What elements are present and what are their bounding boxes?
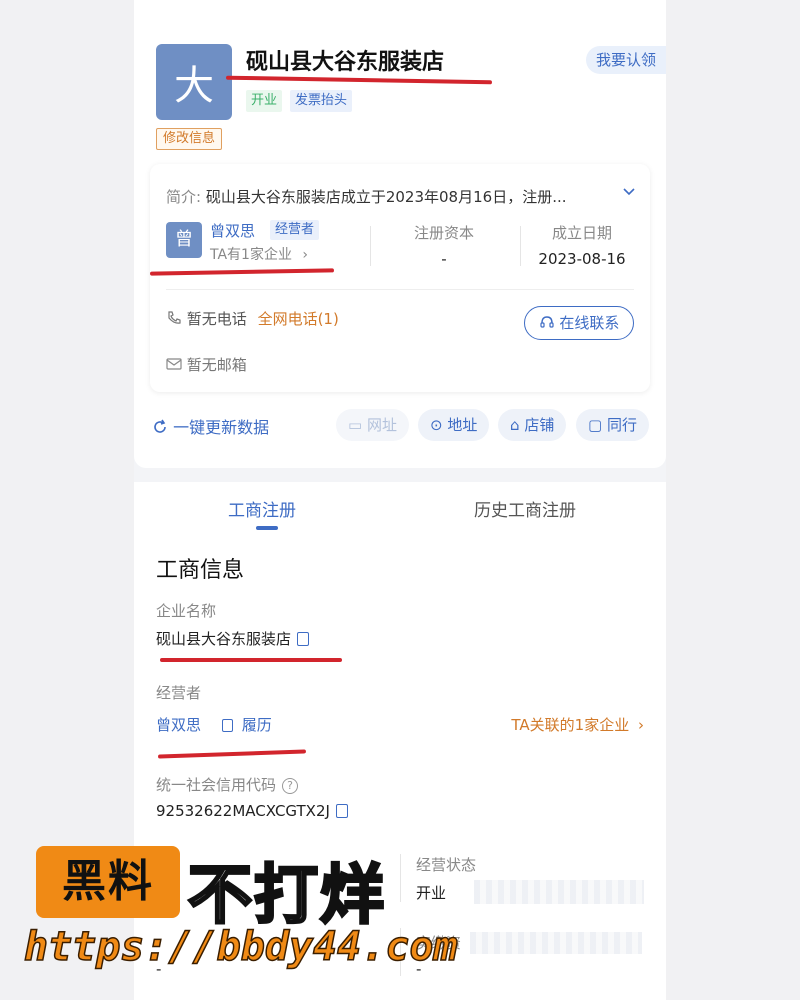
chevron-down-icon[interactable] — [622, 184, 636, 198]
divider — [520, 226, 521, 266]
store-icon: ⌂ — [510, 416, 520, 434]
company-name-text: 砚山县大谷东服装店 — [156, 630, 292, 648]
credit-code-label-text: 统一社会信用代码 — [156, 776, 277, 794]
blurred-area — [474, 880, 644, 904]
copy-icon[interactable] — [297, 632, 310, 646]
company-logo: 大 — [156, 44, 232, 120]
watermark-slogan: 不打烊 — [187, 858, 386, 935]
headset-icon — [539, 314, 560, 332]
online-contact-label: 在线联系 — [559, 314, 620, 332]
chevron-right-icon: › — [302, 247, 309, 263]
reg-capital-value: - — [441, 250, 447, 268]
mail-row: 暂无邮箱 — [166, 354, 247, 375]
phone-row: 暂无电话 全网电话(1) — [166, 308, 339, 329]
company-summary-box: 简介: 砚山县大谷东服装店成立于2023年08月16日，注册... 曾 曾双思 … — [149, 164, 650, 392]
red-underline-mark — [160, 658, 342, 662]
phone-icon — [166, 310, 187, 328]
full-phone-link[interactable]: 全网电话(1) — [258, 310, 339, 328]
section-title: 工商信息 — [156, 558, 245, 583]
website-icon: ▭ — [348, 416, 363, 434]
company-name-label: 企业名称 — [156, 602, 217, 620]
watermark-url: https://bbdy44.com — [23, 923, 458, 971]
company-name-value: 砚山县大谷东服装店 — [156, 628, 310, 649]
divider — [400, 854, 401, 902]
peers-button[interactable]: ▢ 同行 — [576, 409, 649, 441]
website-label: 网址 — [366, 416, 397, 434]
person-role-tag: 经营者 — [270, 220, 320, 240]
company-name: 砚山县大谷东服装店 — [246, 50, 445, 75]
red-underline-mark — [157, 749, 307, 759]
red-underline-mark — [225, 75, 493, 85]
store-label: 店铺 — [524, 416, 555, 434]
divider — [370, 226, 371, 266]
phone-status: 暂无电话 — [186, 310, 247, 328]
store-button[interactable]: ⌂ 店铺 — [498, 409, 567, 441]
active-tab-indicator — [256, 526, 278, 530]
resume-label: 履历 — [241, 716, 272, 734]
ta-related-label: TA关联的1家企业 — [511, 716, 630, 734]
ta-companies-label: TA有1家企业 — [210, 247, 292, 263]
claim-button[interactable]: 我要认领 — [586, 46, 666, 74]
operator-label: 经营者 — [156, 684, 202, 702]
online-contact-button[interactable]: 在线联系 — [524, 306, 634, 340]
mail-status: 暂无邮箱 — [186, 356, 247, 374]
website-button[interactable]: ▭ 网址 — [336, 409, 409, 441]
chevron-right-icon: › — [638, 716, 644, 734]
operator-link[interactable]: 曾双思 — [156, 714, 201, 735]
operating-status-label: 经营状态 — [416, 856, 477, 874]
copy-icon[interactable] — [335, 804, 348, 818]
reg-capital-label: 注册资本 — [413, 224, 474, 242]
operating-status-value: 开业 — [416, 884, 447, 902]
watermark-logo-box: 黑料 — [36, 846, 180, 918]
intro-text[interactable]: 简介: 砚山县大谷东服装店成立于2023年08月16日，注册... — [166, 186, 567, 207]
credit-code-label: 统一社会信用代码? — [156, 774, 299, 795]
help-icon[interactable]: ? — [282, 778, 299, 794]
ta-companies-link[interactable]: TA有1家企业 › — [210, 244, 308, 264]
update-data-button[interactable]: 一键更新数据 — [152, 414, 269, 438]
intro-content: 砚山县大谷东服装店成立于2023年08月16日，注册... — [205, 188, 567, 206]
tab-history-registration[interactable]: 历史工商注册 — [474, 496, 576, 521]
blurred-area — [470, 932, 642, 954]
invoice-title-tag[interactable]: 发票抬头 — [290, 90, 353, 112]
edit-info-button[interactable]: 修改信息 — [156, 128, 223, 150]
address-label: 地址 — [447, 416, 478, 434]
founded-label: 成立日期 — [551, 224, 612, 242]
intro-label: 简介: — [166, 188, 202, 206]
founded-value: 2023-08-16 — [538, 250, 626, 268]
credit-code-text: 92532622MACXCGTX2J — [156, 802, 330, 820]
document-icon — [222, 719, 233, 732]
location-pin-icon: ⊙ — [430, 416, 443, 434]
address-button[interactable]: ⊙ 地址 — [418, 409, 490, 441]
company-header-card: 大 砚山县大谷东服装店 我要认领 开业 发票抬头 修改信息 简介: 砚山县大谷东… — [134, 0, 666, 468]
update-data-label: 一键更新数据 — [173, 418, 270, 437]
ta-related-companies-link[interactable]: TA关联的1家企业 › — [511, 714, 644, 735]
status-tag: 开业 — [246, 90, 283, 112]
tab-business-registration[interactable]: 工商注册 — [228, 496, 296, 521]
resume-link[interactable]: 履历 — [222, 714, 272, 735]
divider — [166, 289, 634, 290]
red-underline-mark — [149, 268, 335, 276]
briefcase-icon: ▢ — [588, 416, 603, 434]
person-avatar[interactable]: 曾 — [166, 222, 202, 258]
refresh-icon — [152, 418, 173, 437]
credit-code-value: 92532622MACXCGTX2J — [156, 802, 348, 820]
mail-icon — [166, 356, 187, 374]
peers-label: 同行 — [606, 416, 637, 434]
person-name[interactable]: 曾双思 — [210, 220, 255, 241]
